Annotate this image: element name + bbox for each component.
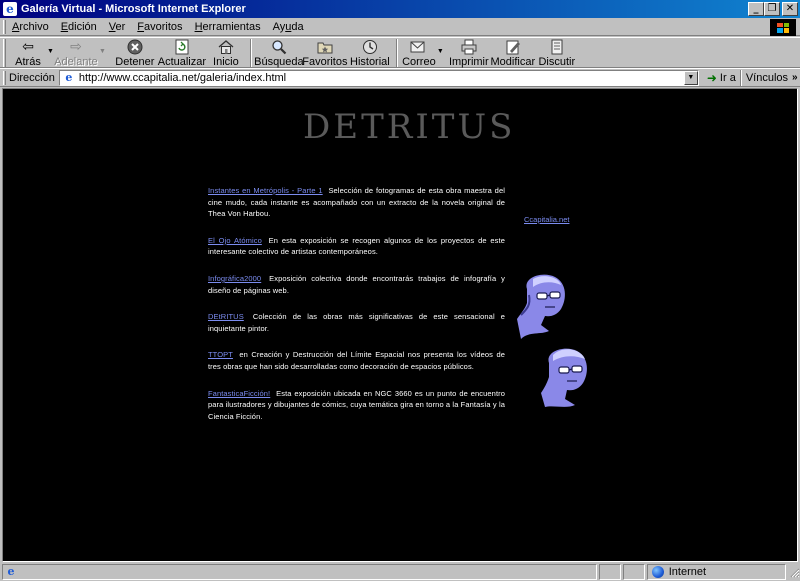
search-button[interactable]: Búsqueda	[254, 38, 304, 68]
stop-button[interactable]: Detener	[112, 38, 158, 68]
forward-button[interactable]: ⇨ Adelante	[54, 38, 98, 68]
title-bar[interactable]: e Galería Virtual - Microsoft Internet E…	[0, 0, 800, 18]
figure-bottom	[541, 348, 587, 407]
menu-herramientas[interactable]: Herramientas	[189, 21, 267, 33]
gallery-entry: FantasticaFicción! Esta exposición ubica…	[208, 388, 505, 421]
home-icon	[216, 39, 236, 55]
mail-button[interactable]: Correo	[402, 38, 436, 68]
links-button[interactable]: Vínculos »	[746, 72, 798, 84]
status-text-panel: e	[2, 563, 597, 580]
menu-archivo[interactable]: Archivo	[6, 21, 55, 33]
back-arrow-icon: ⇦	[22, 39, 34, 55]
mail-dropdown[interactable]: ▼	[437, 48, 444, 55]
back-button[interactable]: ⇦ Atrás	[10, 38, 46, 68]
figures-illustration	[517, 274, 587, 407]
favorites-folder-icon	[315, 39, 335, 55]
printer-icon	[459, 39, 479, 55]
entry-link-metropolis[interactable]: Instantes en Metrópolis - Parte 1	[208, 186, 323, 195]
mail-icon	[409, 39, 429, 55]
refresh-icon	[172, 39, 192, 55]
security-zone-panel: Internet	[646, 563, 787, 580]
entry-link-detritus[interactable]: DEtRITUS	[208, 312, 244, 321]
stop-icon	[125, 39, 145, 55]
figure-top	[517, 274, 565, 339]
history-button[interactable]: Historial	[348, 38, 392, 68]
resize-grip-icon[interactable]	[788, 566, 800, 578]
entry-link-infografica[interactable]: Infográfica2000	[208, 274, 261, 283]
toolbar-grip[interactable]	[3, 39, 6, 67]
status-bar: e Internet	[0, 562, 800, 581]
zone-label: Internet	[668, 565, 707, 578]
window-title: Galería Virtual - Microsoft Internet Exp…	[21, 3, 246, 15]
page-status-icon: e	[7, 565, 15, 578]
gallery-entry: DEtRITUS Colección de las obras más sign…	[208, 312, 506, 333]
refresh-button[interactable]: Actualizar	[158, 38, 206, 68]
gallery-list: Instantes en Metrópolis - Parte 1 Selecc…	[208, 185, 505, 437]
home-button[interactable]: Inicio	[206, 38, 246, 68]
address-grip[interactable]	[3, 70, 6, 85]
entry-link-fantastica[interactable]: FantasticaFicción!	[208, 389, 270, 398]
internet-globe-icon	[651, 565, 664, 578]
standard-toolbar: ⇦ Atrás ▼ ⇨ Adelante ▼ Detener Actualiza…	[0, 37, 800, 68]
entry-link-ttopt[interactable]: TTOPT	[208, 350, 233, 359]
search-icon	[269, 39, 289, 55]
links-separator	[739, 69, 742, 86]
maximize-button[interactable]: ❐	[764, 2, 780, 16]
menu-edicion[interactable]: Edición	[55, 21, 103, 33]
close-button[interactable]: ✕	[782, 2, 798, 16]
page-viewport[interactable]: DETRITUS Instantes en Metrópolis - Parte…	[2, 88, 798, 562]
address-url[interactable]: http://www.ccapitalia.net/galeria/index.…	[79, 72, 286, 84]
edit-button[interactable]: Modificar	[490, 38, 536, 68]
minimize-button[interactable]: _	[748, 2, 764, 16]
ie-icon[interactable]: e	[3, 2, 17, 16]
forward-dropdown[interactable]: ▼	[99, 48, 106, 55]
logo-text: DETRITUS	[303, 107, 515, 144]
status-panel-blank	[622, 563, 645, 580]
detritus-logo: DETRITUS	[303, 107, 515, 144]
gallery-entry: Instantes en Metrópolis - Parte 1 Selecc…	[208, 186, 505, 219]
print-button[interactable]: Imprimir	[448, 38, 490, 68]
address-label: Dirección	[9, 71, 55, 84]
discuss-icon	[547, 39, 567, 55]
menu-favoritos[interactable]: Favoritos	[131, 21, 188, 33]
back-dropdown[interactable]: ▼	[47, 48, 54, 55]
ccapitalia-link[interactable]: Ccapitalia.net	[524, 215, 569, 224]
address-bar: Dirección e http://www.ccapitalia.net/ga…	[0, 68, 800, 87]
page-icon: e	[65, 71, 73, 84]
toolbar-separator	[249, 39, 252, 67]
menu-bar: Archivo Edición Ver Favoritos Herramient…	[0, 18, 800, 36]
status-panel-blank	[598, 563, 621, 580]
discuss-button[interactable]: Discutir	[536, 38, 578, 68]
gallery-entry: Infográfica2000 Exposición colectiva don…	[208, 273, 505, 295]
edit-page-icon	[503, 39, 523, 55]
menu-ayuda[interactable]: Ayuda	[267, 21, 310, 33]
toolbar-separator	[395, 39, 398, 67]
chevron-right-icon: »	[792, 72, 798, 83]
window-controls: _ ❐ ✕	[748, 2, 798, 16]
go-arrow-icon: ➜	[706, 70, 717, 85]
windows-logo-icon	[770, 19, 796, 36]
go-button[interactable]: ➜ Ir a	[707, 71, 736, 85]
address-field[interactable]: e http://www.ccapitalia.net/galeria/inde…	[58, 69, 699, 86]
gallery-entry: TTOPT en Creación y Destrucción del Lími…	[208, 350, 505, 371]
forward-arrow-icon: ⇨	[70, 39, 82, 55]
favorites-button[interactable]: Favoritos	[302, 38, 348, 68]
history-icon	[360, 39, 380, 55]
gallery-entry: El Ojo Atómico En esta exposición se rec…	[208, 235, 505, 257]
address-dropdown-button[interactable]: ▼	[683, 70, 698, 85]
entry-link-ojo-atomico[interactable]: El Ojo Atómico	[208, 236, 262, 245]
menu-ver[interactable]: Ver	[103, 21, 132, 33]
